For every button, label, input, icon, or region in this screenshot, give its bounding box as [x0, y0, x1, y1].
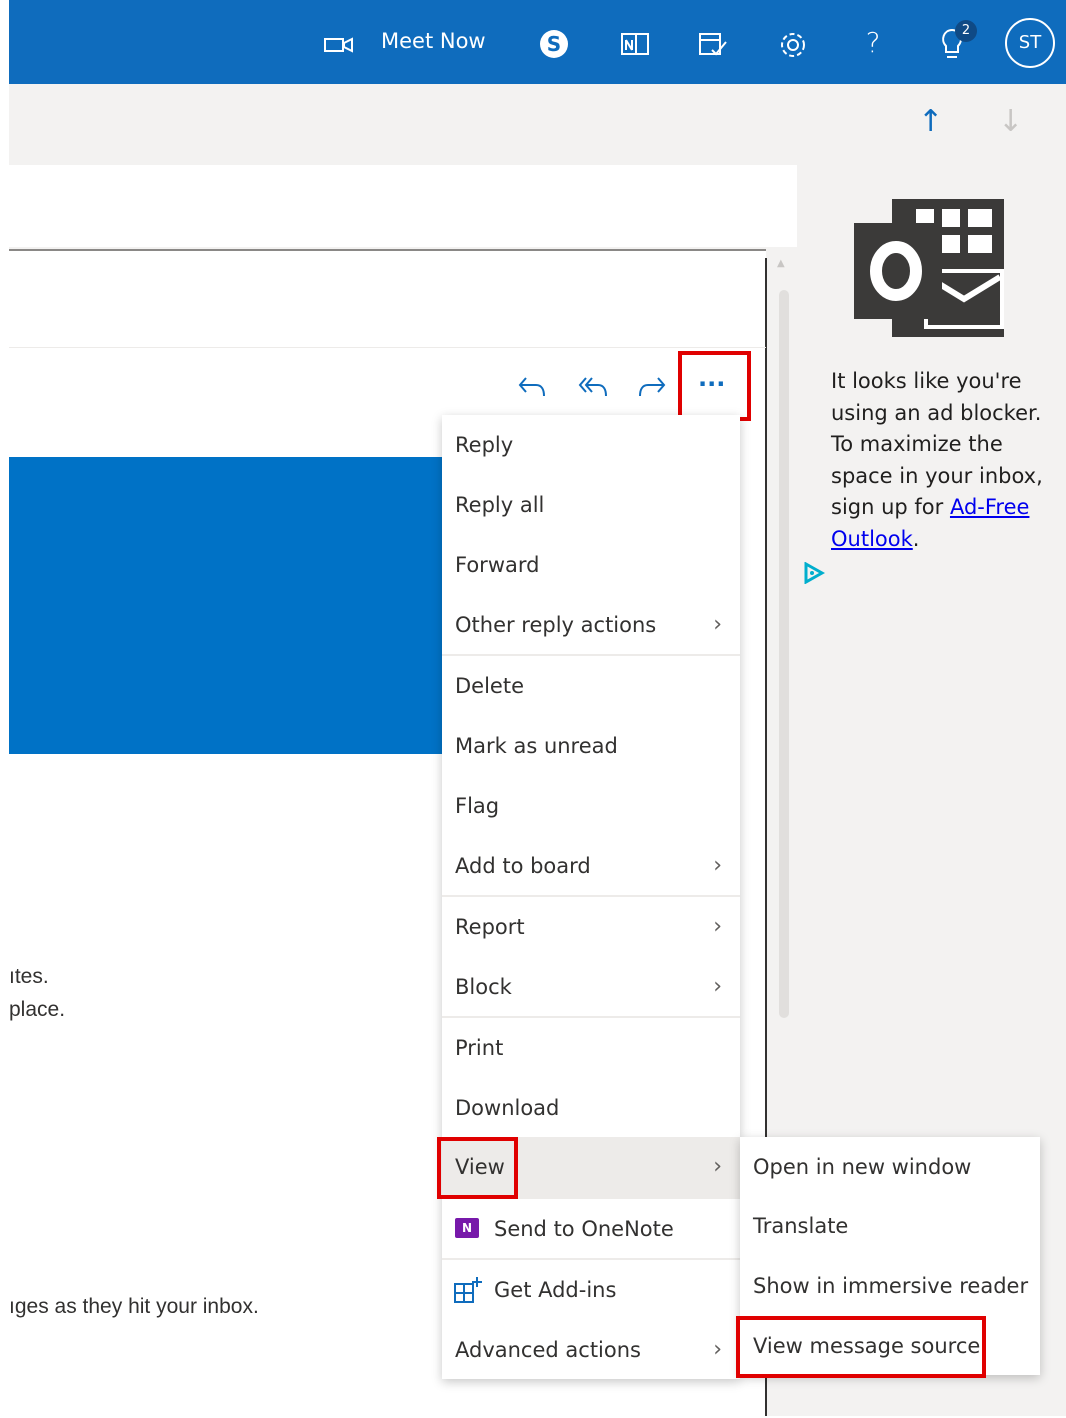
submenu-item-translate[interactable]: Translate — [740, 1196, 1040, 1256]
outlook-logo-icon — [854, 199, 1004, 337]
settings-button[interactable] — [776, 28, 810, 62]
menu-item-block[interactable]: Block › — [442, 957, 740, 1017]
scroll-up-icon[interactable]: ▲ — [777, 258, 789, 269]
my-day-icon — [699, 33, 727, 56]
menu-item-reply-all[interactable]: Reply all — [442, 475, 740, 535]
meet-now-label: Meet Now — [381, 29, 486, 53]
body-text-line: ıtes. — [9, 965, 49, 988]
email-banner-image — [9, 457, 442, 754]
reply-all-button[interactable] — [576, 372, 610, 409]
ad-blocker-message: It looks like you're using an ad blocker… — [831, 369, 1043, 551]
body-text-line: ıges as they hit your inbox. — [9, 1295, 259, 1318]
submenu-item-open-in-new-window[interactable]: Open in new window — [740, 1137, 1040, 1197]
body-text-line: place. — [9, 998, 66, 1021]
view-item-highlight — [437, 1137, 518, 1199]
scrollbar-thumb[interactable] — [779, 290, 789, 1018]
more-actions-menu: Reply Reply all Forward Other reply acti… — [442, 415, 740, 1379]
settings-icon — [781, 33, 805, 57]
forward-icon — [639, 377, 666, 397]
subject-card — [9, 165, 797, 247]
chevron-right-icon: › — [713, 1154, 722, 1179]
submenu-item-immersive-reader[interactable]: Show in immersive reader — [740, 1256, 1040, 1316]
menu-item-reply[interactable]: Reply — [442, 415, 740, 475]
menu-item-other-reply-actions[interactable]: Other reply actions › — [442, 595, 740, 655]
chevron-right-icon: › — [713, 1337, 722, 1362]
view-message-source-highlight — [736, 1316, 986, 1378]
previous-message-button[interactable]: ↑ — [918, 104, 943, 139]
tips-count-badge: 2 — [955, 20, 977, 42]
menu-item-get-add-ins[interactable]: Get Add-ins — [442, 1260, 740, 1320]
reply-icon — [518, 377, 545, 397]
menu-item-forward[interactable]: Forward — [442, 535, 740, 595]
menu-item-report[interactable]: Report › — [442, 897, 740, 957]
menu-item-print[interactable]: Print — [442, 1018, 740, 1078]
reply-button[interactable] — [516, 372, 548, 409]
help-icon: ? — [865, 26, 881, 59]
skype-button[interactable]: S — [538, 28, 570, 60]
menu-item-delete[interactable]: Delete — [442, 656, 740, 716]
chevron-right-icon: › — [713, 974, 722, 999]
menu-item-add-to-board[interactable]: Add to board › — [442, 836, 740, 896]
video-camera-icon — [324, 37, 353, 53]
menu-item-send-to-onenote[interactable]: N Send to OneNote — [442, 1199, 740, 1259]
onenote-feed-button[interactable] — [618, 28, 652, 62]
menu-item-download[interactable]: Download — [442, 1078, 740, 1138]
my-day-button[interactable] — [696, 28, 730, 62]
onenote-icon: N — [455, 1218, 479, 1238]
menu-item-advanced-actions[interactable]: Advanced actions › — [442, 1320, 740, 1380]
chevron-right-icon: › — [713, 853, 722, 878]
help-button[interactable]: ? — [858, 28, 888, 62]
onenote-feed-icon — [621, 33, 649, 55]
forward-button[interactable] — [636, 372, 668, 409]
menu-item-flag[interactable]: Flag — [442, 776, 740, 836]
skype-icon: S — [540, 30, 568, 58]
header-divider — [9, 347, 766, 348]
adchoices-icon[interactable] — [803, 562, 825, 584]
more-actions-button[interactable]: ··· — [698, 370, 725, 398]
chevron-right-icon: › — [713, 612, 722, 637]
menu-item-mark-as-unread[interactable]: Mark as unread — [442, 716, 740, 776]
avatar[interactable]: ST — [1005, 18, 1055, 68]
add-ins-icon — [454, 1277, 482, 1303]
next-message-button[interactable]: ↓ — [998, 104, 1023, 139]
reply-all-icon — [578, 377, 607, 397]
chevron-right-icon: › — [713, 914, 722, 939]
